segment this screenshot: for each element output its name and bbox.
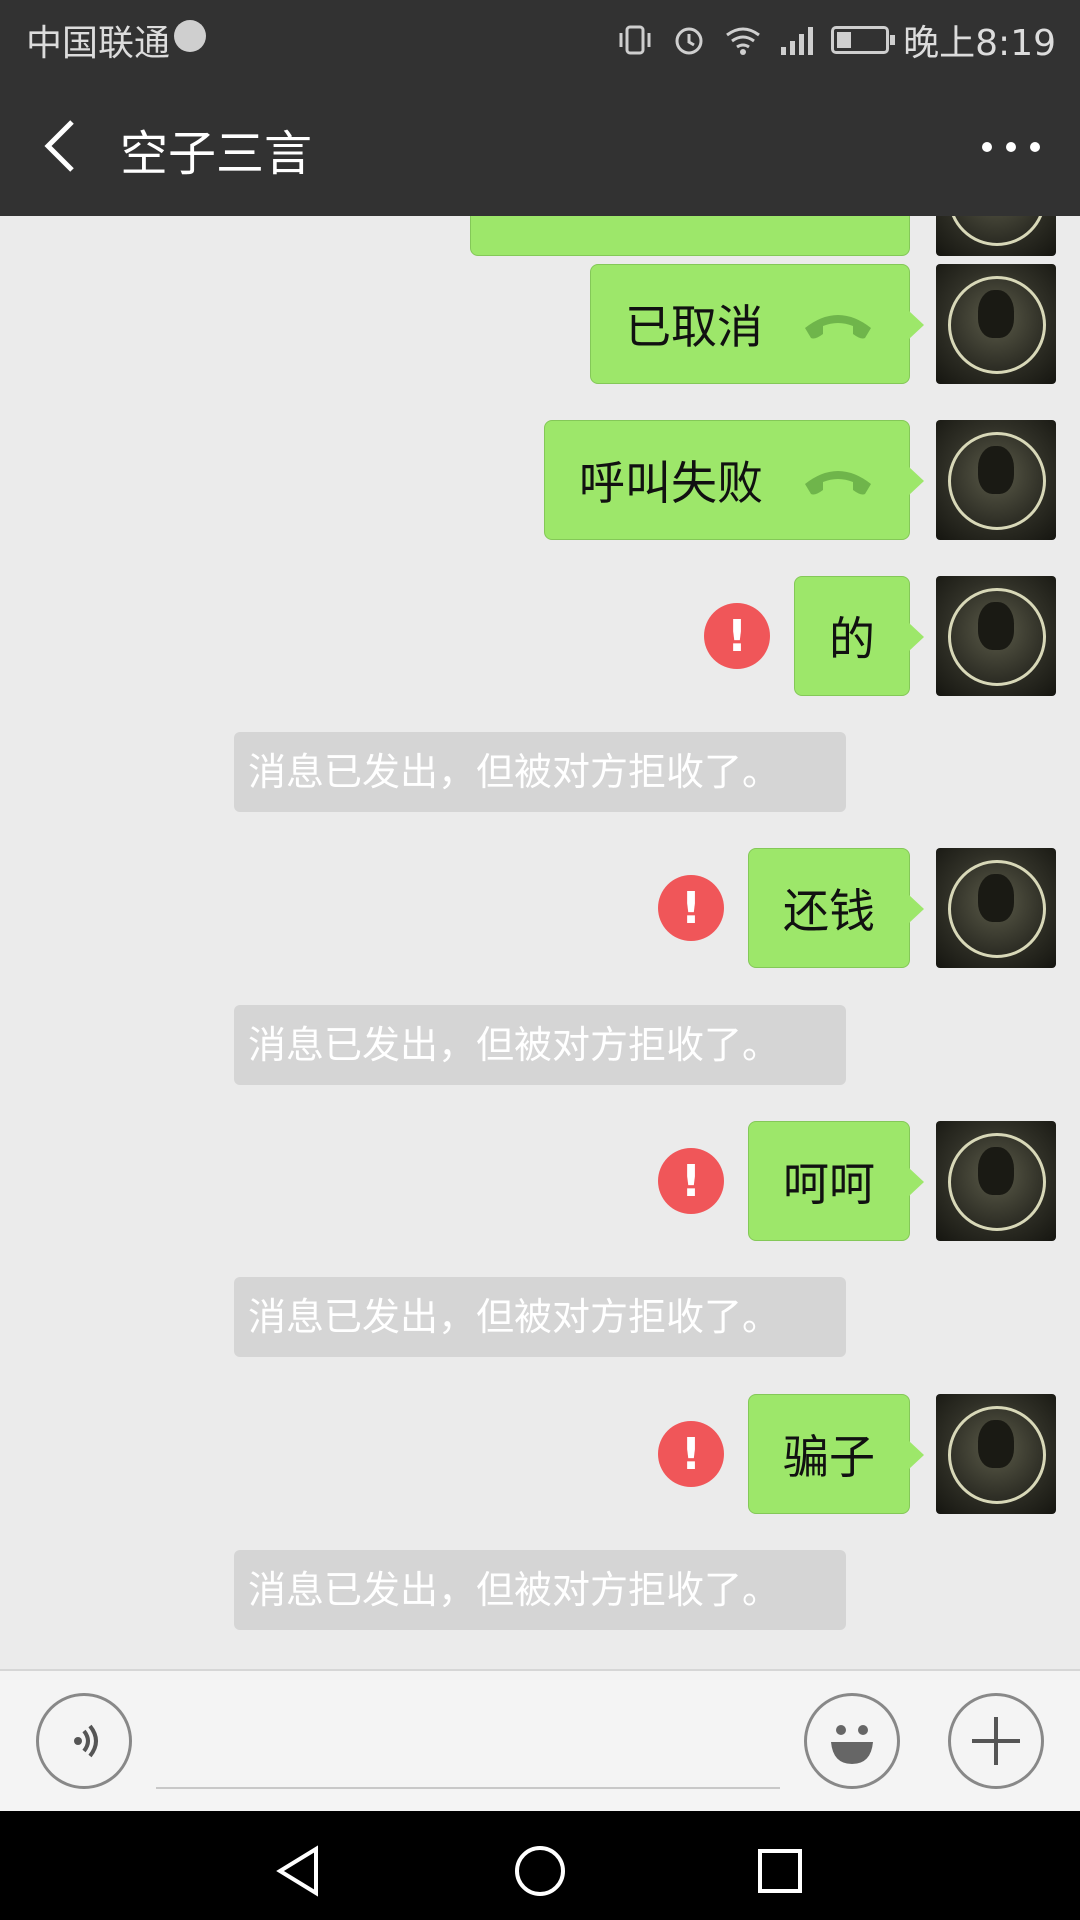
message-row: ! 的	[704, 576, 1056, 696]
voice-icon	[74, 1724, 98, 1758]
more-dots-icon[interactable]	[982, 132, 1040, 162]
chevron-left-icon[interactable]	[36, 116, 86, 176]
message-text: 已取消	[625, 300, 763, 354]
status-icons: 晚上8:19	[615, 14, 1056, 66]
more-functions-button[interactable]	[948, 1693, 1044, 1789]
nav-home-icon[interactable]	[512, 1843, 568, 1899]
message-text: 的	[829, 612, 875, 666]
message-bubble[interactable]: 还钱	[748, 848, 924, 968]
plus-icon	[972, 1717, 1020, 1765]
message-bubble[interactable]: 骗子	[748, 1394, 924, 1514]
call-bubble[interactable]: 已取消	[590, 264, 924, 384]
vibrate-icon	[619, 25, 651, 55]
system-navigation-bar	[0, 1811, 1080, 1920]
avatar[interactable]	[936, 420, 1056, 540]
avatar[interactable]	[936, 848, 1056, 968]
voice-button[interactable]	[36, 1693, 132, 1789]
send-failed-icon[interactable]: !	[658, 1148, 724, 1214]
message-row: ! 骗子	[658, 1394, 1056, 1514]
call-bubble[interactable]: 呼叫失败	[544, 420, 924, 540]
clock: 晚上8:19	[903, 23, 1056, 64]
send-failed-icon[interactable]: !	[658, 1421, 724, 1487]
send-failed-icon[interactable]: !	[704, 603, 770, 669]
message-bubble[interactable]: 呵呵	[748, 1121, 924, 1241]
avatar[interactable]	[936, 1394, 1056, 1514]
avatar[interactable]	[936, 216, 1056, 256]
carrier-label: 中国联通	[26, 23, 171, 64]
page-title: 空子三言	[120, 126, 313, 182]
emoji-icon	[831, 1725, 873, 1764]
avatar[interactable]	[936, 264, 1056, 384]
message-text: 骗子	[783, 1430, 875, 1484]
alarm-icon	[675, 27, 703, 55]
message-list[interactable]: 已取消 呼叫失败 ! 的 消息已发出，但被对方拒收了。 ! 还钱 消息已发出，但…	[0, 216, 1080, 1669]
wifi-icon	[726, 27, 761, 55]
message-bubble[interactable]: 的	[794, 576, 924, 696]
message-text: 呼叫失败	[579, 456, 763, 510]
system-notice: 消息已发出，但被对方拒收了。	[234, 732, 846, 812]
message-row-partial	[470, 216, 1056, 256]
avatar[interactable]	[936, 1121, 1056, 1241]
battery-icon	[831, 26, 896, 54]
system-notice: 消息已发出，但被对方拒收了。	[234, 1277, 846, 1357]
message-text: 还钱	[783, 884, 875, 938]
send-failed-icon[interactable]: !	[658, 875, 724, 941]
message-text: 呵呵	[783, 1157, 875, 1211]
system-notice: 消息已发出，但被对方拒收了。	[234, 1550, 846, 1630]
status-bar: 中国联通 晚上8:19	[0, 0, 1080, 74]
signal-icon	[781, 27, 814, 55]
chat-header: 空子三言	[0, 74, 1080, 216]
nav-recents-icon[interactable]	[752, 1843, 808, 1899]
system-notice: 消息已发出，但被对方拒收了。	[234, 1005, 846, 1085]
message-row: ! 呵呵	[658, 1121, 1056, 1241]
message-input[interactable]	[156, 1787, 780, 1789]
phone-hangup-icon	[805, 315, 871, 339]
input-bar	[0, 1669, 1080, 1811]
phone-hangup-icon	[805, 471, 871, 495]
message-row: ! 还钱	[658, 848, 1056, 968]
nav-back-icon[interactable]	[272, 1843, 328, 1899]
network-icon	[174, 20, 206, 52]
emoji-button[interactable]	[804, 1693, 900, 1789]
message-row: 已取消	[590, 264, 1056, 384]
message-bubble-partial[interactable]	[470, 216, 910, 256]
message-row: 呼叫失败	[544, 420, 1056, 540]
avatar[interactable]	[936, 576, 1056, 696]
